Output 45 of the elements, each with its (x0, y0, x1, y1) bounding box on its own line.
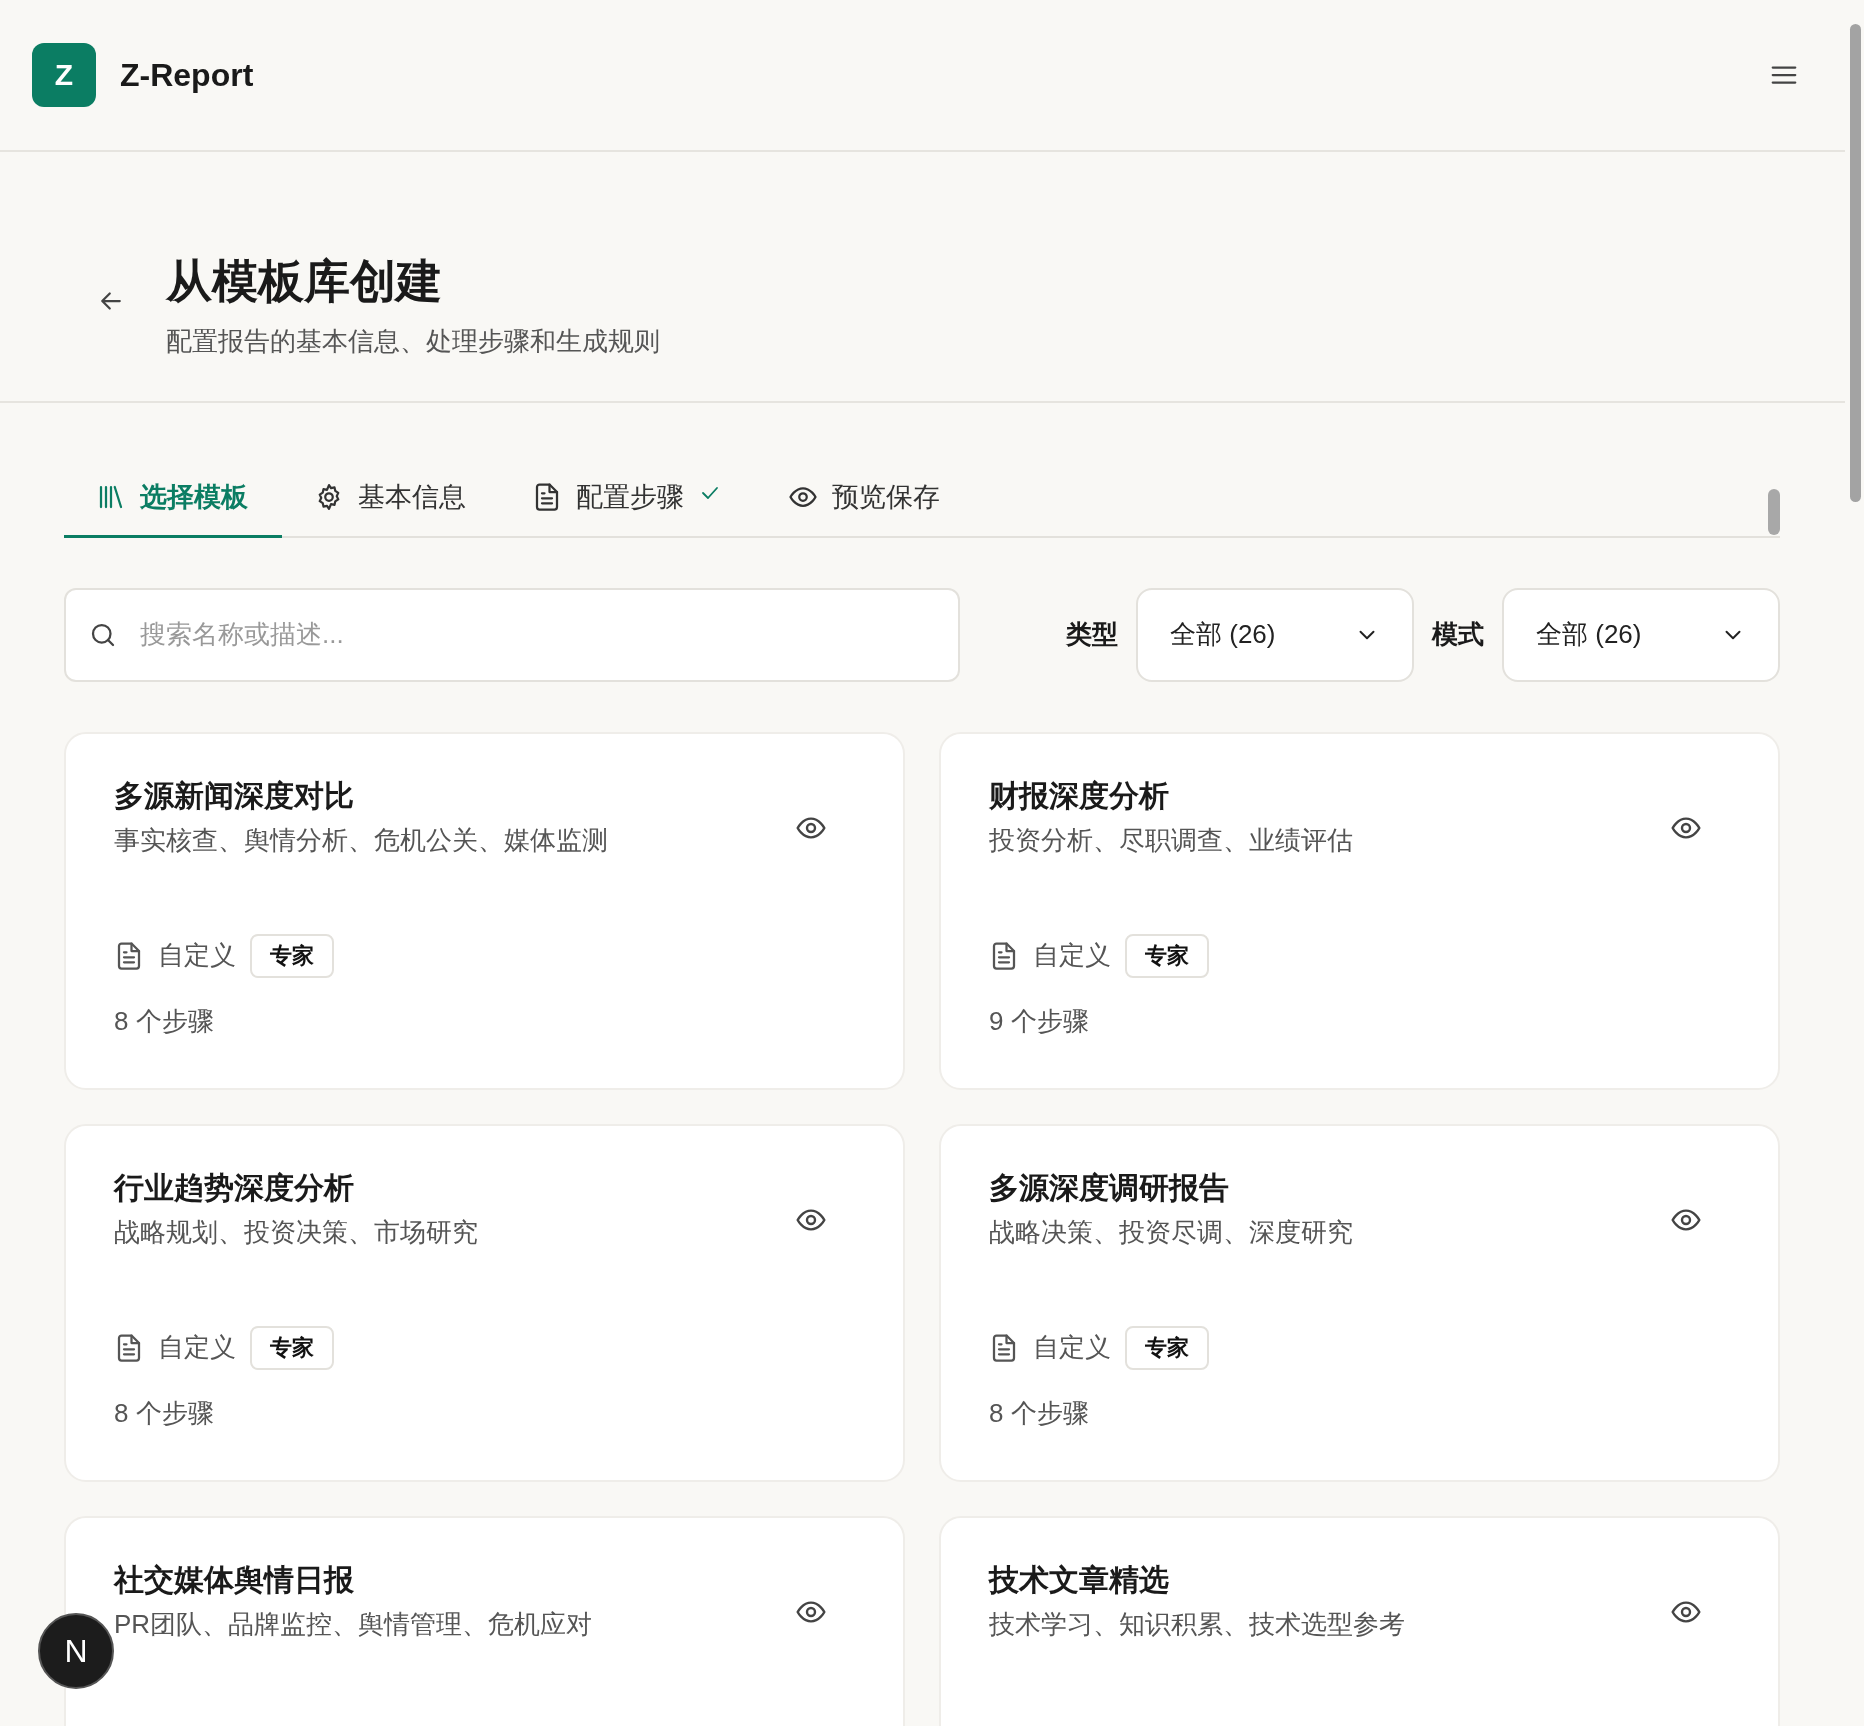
level-badge: 专家 (1125, 1325, 1209, 1370)
template-title: 多源新闻深度对比 (114, 777, 354, 814)
template-card[interactable]: 财报深度分析 投资分析、尽职调查、业绩评估 自定义 专家 9 个步骤 (939, 731, 1780, 1090)
level-badge: 专家 (250, 1325, 334, 1370)
step-count: 8 个步骤 (114, 1004, 215, 1038)
template-description: 投资分析、尽职调查、业绩评估 (989, 823, 1353, 857)
page-title: 从模板库创建 (166, 254, 443, 309)
template-title: 财报深度分析 (989, 777, 1169, 814)
filter-dropdown[interactable]: 全部 (26) (1502, 587, 1780, 682)
template-description: 战略决策、投资尽调、深度研究 (989, 1215, 1353, 1249)
template-title: 行业趋势深度分析 (114, 1169, 354, 1206)
template-description: 战略规划、投资决策、市场研究 (114, 1215, 478, 1249)
step-tab[interactable]: 配置步骤 (500, 460, 756, 538)
filter-label: 模式 (1432, 618, 1484, 652)
template-card[interactable]: 技术文章精选 技术学习、知识积累、技术选型参考 (939, 1515, 1780, 1726)
template-type: 自定义 (1033, 1331, 1111, 1365)
search-field[interactable]: 搜索名称或描述... (64, 587, 960, 682)
template-title: 多源深度调研报告 (989, 1169, 1229, 1206)
template-description: 事实核查、舆情分析、危机公关、媒体监测 (114, 823, 608, 857)
step-count: 8 个步骤 (989, 1396, 1090, 1430)
app-name: Z-Report (120, 56, 255, 94)
app-logo: Z (32, 43, 96, 107)
template-type: 自定义 (1033, 939, 1111, 973)
step-count: 8 个步骤 (114, 1396, 215, 1430)
page-subtitle: 配置报告的基本信息、处理步骤和生成规则 (166, 324, 660, 358)
step-tab[interactable]: 基本信息 (282, 460, 500, 538)
template-title: 社交媒体舆情日报 (114, 1561, 354, 1598)
template-description: 技术学习、知识积累、技术选型参考 (989, 1607, 1405, 1641)
step-count: 9 个步骤 (989, 1004, 1090, 1038)
template-card[interactable]: 多源深度调研报告 战略决策、投资尽调、深度研究 自定义 专家 8 个步骤 (939, 1123, 1780, 1482)
step-tab[interactable]: 预览保存 (756, 460, 974, 538)
level-badge: 专家 (1125, 933, 1209, 978)
template-type: 自定义 (158, 1331, 236, 1365)
step-tab[interactable]: 选择模板 (64, 460, 282, 538)
filter-dropdown[interactable]: 全部 (26) (1136, 587, 1414, 682)
template-type: 自定义 (158, 939, 236, 973)
tabs-scrollbar[interactable] (1768, 488, 1780, 535)
template-description: PR团队、品牌监控、舆情管理、危机应对 (114, 1607, 593, 1641)
page-scrollbar[interactable] (1850, 24, 1861, 502)
floating-action-button[interactable]: N (38, 1613, 114, 1689)
level-badge: 专家 (250, 933, 334, 978)
filter-label: 类型 (1066, 618, 1118, 652)
template-card[interactable]: 多源新闻深度对比 事实核查、舆情分析、危机公关、媒体监测 自定义 专家 8 个步骤 (64, 731, 905, 1090)
template-title: 技术文章精选 (989, 1561, 1169, 1598)
template-card[interactable]: 行业趋势深度分析 战略规划、投资决策、市场研究 自定义 专家 8 个步骤 (64, 1123, 905, 1482)
